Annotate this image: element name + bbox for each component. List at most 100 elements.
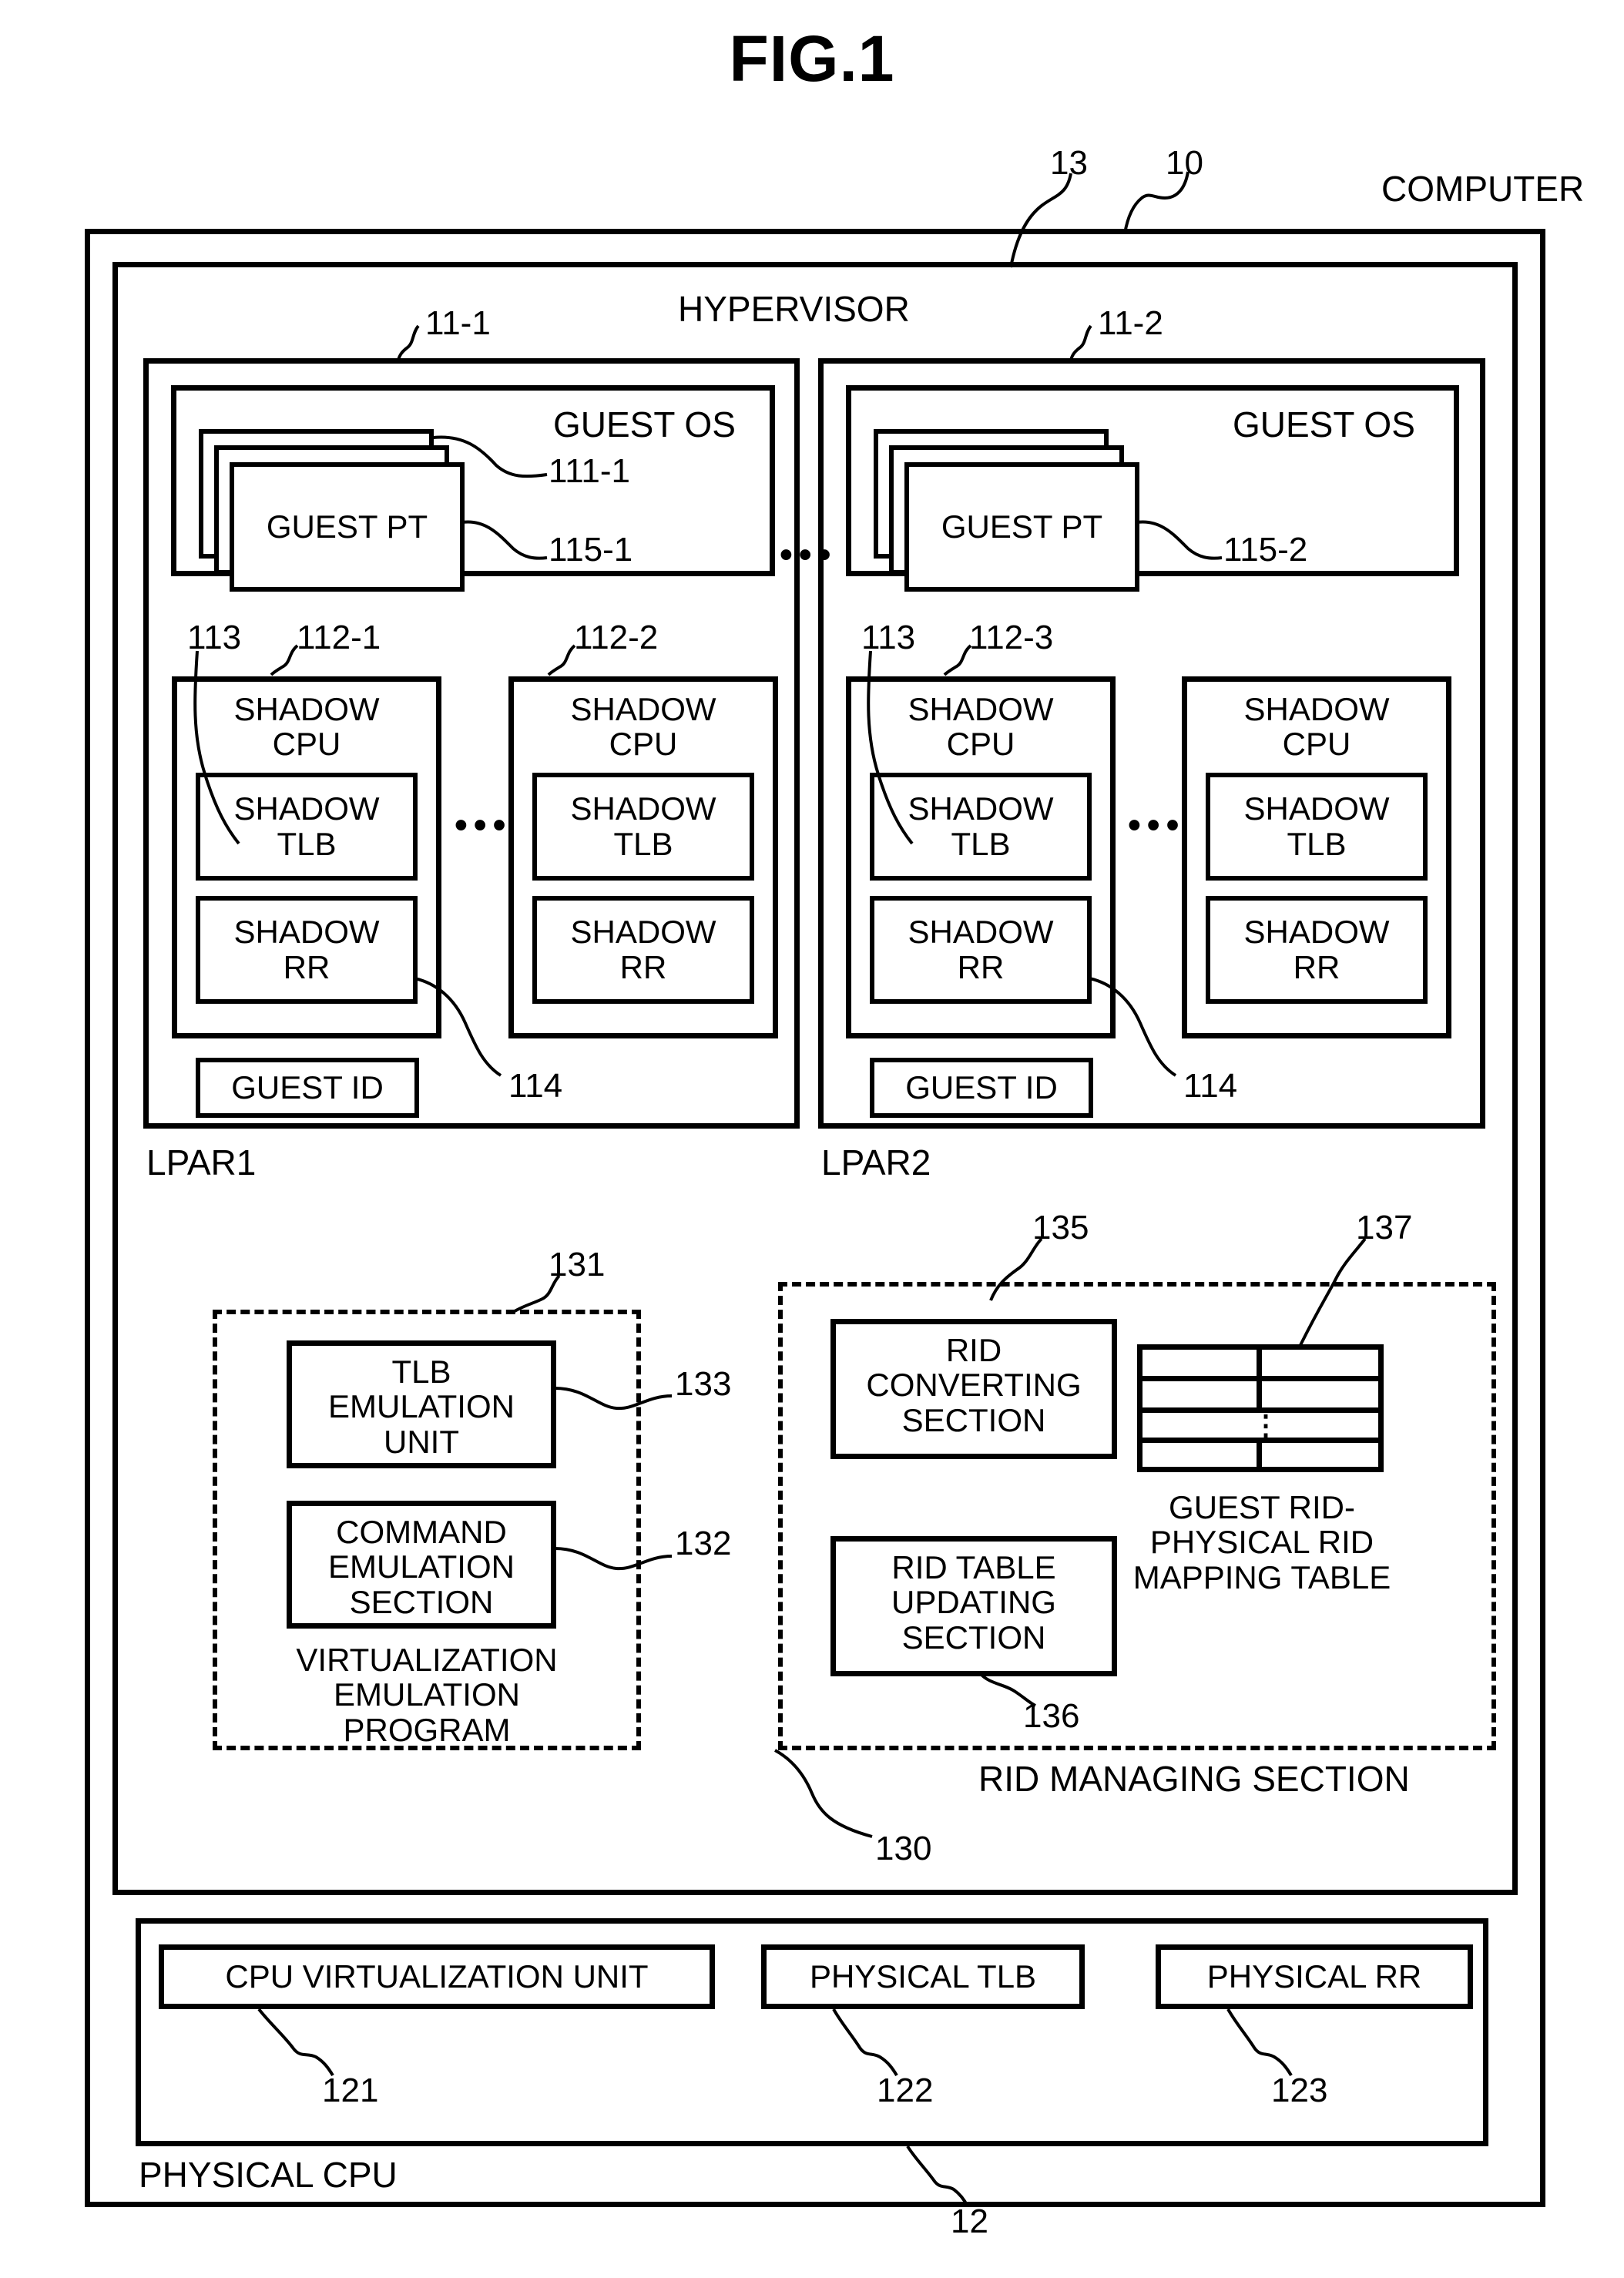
rid-converting-section-label: RID CONVERTING SECTION <box>830 1333 1117 1438</box>
lpar2-shadow-rr-1: SHADOW RR <box>870 896 1092 1004</box>
rid-table-updating-line1: RID TABLE <box>891 1549 1056 1585</box>
figure-title: FIG.1 <box>729 22 895 95</box>
ref-113-lpar1: 113 <box>187 619 242 656</box>
lpar1-shadow-cpu-2-line1: SHADOW <box>570 691 716 727</box>
ref-114-lpar2: 114 <box>1183 1067 1238 1105</box>
lpar1-shadow-rr-2-label: SHADOW RR <box>570 913 716 985</box>
virtualization-emulation-program-caption: VIRTUALIZATION EMULATION PROGRAM <box>213 1642 641 1747</box>
lpar2-shadow-cpu-1-title: SHADOW CPU <box>846 692 1116 762</box>
cpu-virtualization-unit-label: CPU VIRTUALIZATION UNIT <box>225 1958 649 1995</box>
lpar1-name: LPAR1 <box>146 1142 257 1183</box>
lpar2-shadow-cpu-2-line2: CPU <box>1282 726 1351 763</box>
ref-137: 137 <box>1356 1209 1413 1246</box>
lpar2-guest-pt: GUEST PT <box>904 462 1139 592</box>
ref-133: 133 <box>675 1365 732 1403</box>
vep-caption-line3: PROGRAM <box>343 1711 511 1748</box>
lpar1-shadow-rr-1-label: SHADOW RR <box>233 913 380 985</box>
ref-113-lpar2: 113 <box>861 619 916 656</box>
ref-10-computer: 10 <box>1166 144 1203 182</box>
tlb-emulation-unit-label: TLB EMULATION UNIT <box>287 1354 556 1459</box>
mapping-table-caption-line2: PHYSICAL RID <box>1149 1524 1374 1561</box>
ref-130: 130 <box>875 1830 932 1867</box>
ref-115-2: 115-2 <box>1223 531 1308 569</box>
hypervisor-label: HYPERVISOR <box>678 289 910 329</box>
lpar2-guest-id-label: GUEST ID <box>905 1069 1058 1105</box>
ref-123: 123 <box>1271 2072 1328 2109</box>
ref-132: 132 <box>675 1525 732 1562</box>
tlb-emulation-unit-line1: TLB <box>391 1354 451 1390</box>
lpar2-shadow-rr-2-label: SHADOW RR <box>1243 913 1390 985</box>
ref-131: 131 <box>549 1246 606 1283</box>
lpar2-shadow-cpu-1-line1: SHADOW <box>908 691 1054 727</box>
ref-112-3: 112-3 <box>969 619 1054 656</box>
lpar1-guest-pt: GUEST PT <box>230 462 465 592</box>
rid-converting-line2: CONVERTING <box>866 1367 1082 1404</box>
mapping-table-col-divider-row2 <box>1257 1381 1262 1413</box>
lpar1-guest-id: GUEST ID <box>196 1058 419 1118</box>
rid-converting-line1: RID <box>945 1332 1002 1368</box>
computer-label: COMPUTER <box>1381 169 1585 209</box>
rid-table-updating-line2: UPDATING <box>891 1584 1056 1621</box>
rid-managing-section-caption: RID MANAGING SECTION <box>978 1759 1410 1799</box>
ref-11-1: 11-1 <box>425 304 491 342</box>
tlb-emulation-unit-line2: EMULATION <box>328 1388 515 1425</box>
lpar2-cpu-ellipsis: ••• <box>1128 805 1186 846</box>
tlb-emulation-unit-line3: UNIT <box>384 1423 459 1460</box>
physical-tlb-label: PHYSICAL TLB <box>809 1958 1037 1995</box>
ref-121: 121 <box>322 2072 379 2109</box>
ref-122: 122 <box>877 2072 934 2109</box>
rid-table-updating-line3: SECTION <box>901 1619 1046 1656</box>
lpar1-shadow-cpu-2-line2: CPU <box>609 726 678 763</box>
command-emulation-section-label: COMMAND EMULATION SECTION <box>287 1515 556 1619</box>
lpar2-name: LPAR2 <box>821 1142 931 1183</box>
lpar1-shadow-tlb-2-label: SHADOW TLB <box>570 790 716 862</box>
lpar2-guest-pt-label: GUEST PT <box>941 508 1103 545</box>
lpar1-shadow-cpu-1-title: SHADOW CPU <box>172 692 441 762</box>
lpar1-guest-id-label: GUEST ID <box>231 1069 384 1105</box>
lpar1-shadow-tlb-2: SHADOW TLB <box>532 773 754 881</box>
ref-11-2: 11-2 <box>1098 304 1163 342</box>
lpar1-shadow-cpu-2-title: SHADOW CPU <box>508 692 778 762</box>
lpar2-shadow-rr-2: SHADOW RR <box>1206 896 1428 1004</box>
mapping-table-vertical-ellipsis: ⋮ <box>1252 1409 1280 1441</box>
lpar1-shadow-tlb-1-label: SHADOW TLB <box>233 790 380 862</box>
lpar2-guest-id: GUEST ID <box>870 1058 1093 1118</box>
physical-rr: PHYSICAL RR <box>1156 1944 1473 2009</box>
cpu-virtualization-unit: CPU VIRTUALIZATION UNIT <box>159 1944 715 2009</box>
physical-cpu-label: PHYSICAL CPU <box>139 2155 398 2195</box>
command-emulation-section-line3: SECTION <box>349 1583 494 1620</box>
lpar1-shadow-rr-2: SHADOW RR <box>532 896 754 1004</box>
lpar1-cpu-ellipsis: ••• <box>455 805 512 846</box>
lpar1-guest-pt-label: GUEST PT <box>266 508 428 545</box>
lpar1-shadow-cpu-1-line2: CPU <box>272 726 341 763</box>
ref-136: 136 <box>1023 1697 1080 1735</box>
command-emulation-section-line1: COMMAND <box>336 1514 507 1550</box>
mapping-table-caption: GUEST RID- PHYSICAL RID MAPPING TABLE <box>1128 1490 1396 1595</box>
ref-115-1: 115-1 <box>549 531 633 569</box>
lpar2-shadow-tlb-1-label: SHADOW TLB <box>908 790 1054 862</box>
lpar2-shadow-tlb-1: SHADOW TLB <box>870 773 1092 881</box>
guest-rid-physical-rid-mapping-table: ⋮ <box>1137 1344 1384 1472</box>
mapping-table-caption-line1: GUEST RID- <box>1169 1489 1355 1525</box>
lpar1-shadow-tlb-1: SHADOW TLB <box>196 773 418 881</box>
ref-112-2: 112-2 <box>574 619 659 656</box>
ref-114-lpar1: 114 <box>508 1067 563 1105</box>
lpar1-shadow-cpu-1-line1: SHADOW <box>233 691 380 727</box>
ref-111-1: 111-1 <box>549 452 631 490</box>
mapping-table-col-divider-row4 <box>1257 1443 1262 1472</box>
rid-converting-line3: SECTION <box>901 1401 1046 1438</box>
lpar2-shadow-cpu-2-line1: SHADOW <box>1243 691 1390 727</box>
physical-tlb: PHYSICAL TLB <box>761 1944 1085 2009</box>
lpar2-shadow-tlb-2: SHADOW TLB <box>1206 773 1428 881</box>
ref-135: 135 <box>1032 1209 1089 1246</box>
ref-12: 12 <box>951 2203 988 2240</box>
lpar2-shadow-tlb-2-label: SHADOW TLB <box>1243 790 1390 862</box>
lpar1-shadow-rr-1: SHADOW RR <box>196 896 418 1004</box>
mapping-table-caption-line3: MAPPING TABLE <box>1132 1558 1391 1595</box>
lpar2-shadow-rr-1-label: SHADOW RR <box>908 913 1054 985</box>
mapping-table-col-divider-row1 <box>1257 1350 1262 1381</box>
lpar2-guest-os-label: GUEST OS <box>1233 404 1415 445</box>
ref-13-hypervisor: 13 <box>1050 144 1088 182</box>
command-emulation-section-line2: EMULATION <box>328 1548 515 1585</box>
patent-figure-page: FIG.1 13 10 COMPUTER HYPERVISOR 11-1 GUE… <box>0 0 1624 2278</box>
